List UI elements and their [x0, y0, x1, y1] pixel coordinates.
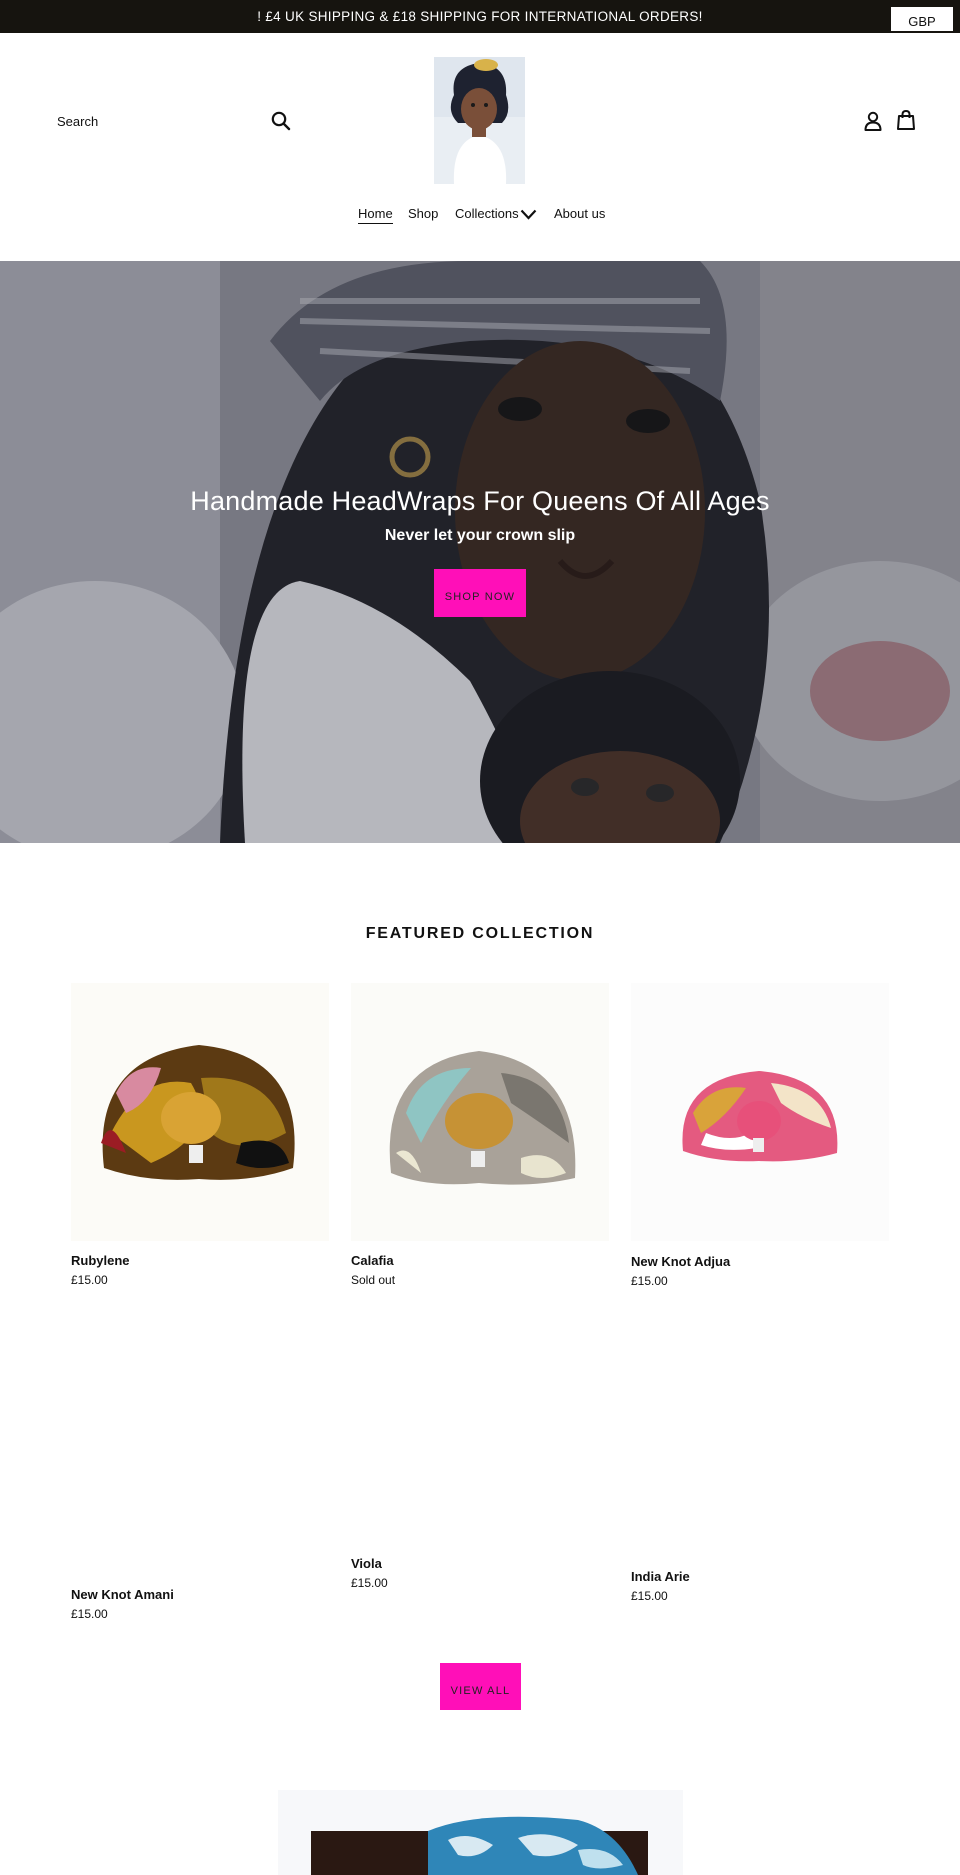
announcement-text: ! £4 UK SHIPPING & £18 SHIPPING FOR INTE… [257, 9, 703, 24]
nav-item-collections[interactable]: Collections [455, 206, 519, 221]
store-logo[interactable] [434, 57, 525, 184]
product-title[interactable]: Calafia [351, 1253, 394, 1268]
nav-item-about-us[interactable]: About us [554, 206, 605, 221]
logo-image [434, 57, 525, 184]
cart-icon [897, 109, 915, 130]
account-icon [864, 111, 882, 131]
hero-title: Handmade HeadWraps For Queens Of All Age… [190, 486, 770, 516]
search-icon [271, 111, 291, 131]
search-button[interactable] [270, 110, 292, 132]
featured-image [278, 1790, 683, 1875]
chevron-down-icon[interactable] [520, 206, 537, 223]
currency-selector[interactable]: GBP [891, 7, 953, 31]
announcement-bar: ! £4 UK SHIPPING & £18 SHIPPING FOR INTE… [0, 0, 960, 33]
product-price: Sold out [351, 1273, 396, 1287]
product-title[interactable]: Rubylene [71, 1253, 130, 1268]
hero-subtitle: Never let your crown slip [384, 527, 576, 544]
product-title[interactable]: Viola [351, 1556, 382, 1571]
account-link[interactable] [862, 110, 884, 132]
bottom-photo [278, 1790, 683, 1875]
product-image[interactable] [631, 1300, 889, 1570]
product-price: £15.00 [71, 1273, 108, 1287]
main-navigation: Home Shop Collections About us [0, 206, 960, 230]
turban-calafia-image [351, 983, 609, 1241]
product-image[interactable] [351, 1290, 609, 1550]
product-image[interactable] [71, 983, 329, 1241]
product-card[interactable]: Calafia Sold out [351, 983, 609, 1293]
product-image[interactable] [71, 1320, 329, 1578]
hero-image [0, 261, 960, 843]
product-card[interactable]: India Arie £15.00 [631, 1300, 889, 1603]
product-card[interactable]: Rubylene £15.00 [71, 983, 329, 1293]
search-input[interactable] [57, 108, 257, 134]
product-image[interactable] [351, 983, 609, 1241]
turban-adjua-image [631, 983, 889, 1241]
product-image[interactable] [631, 983, 889, 1241]
featured-collection-heading: FEATURED COLLECTION [365, 925, 595, 942]
turban-rubylene-image [71, 983, 329, 1241]
product-price: £15.00 [631, 1274, 668, 1288]
product-card[interactable]: New Knot Adjua £15.00 [631, 983, 889, 1293]
hero-banner: Handmade HeadWraps For Queens Of All Age… [0, 261, 960, 843]
product-price: £15.00 [631, 1589, 668, 1603]
view-all-button[interactable]: VIEW ALL [440, 1663, 521, 1710]
product-title[interactable]: New Knot Amani [71, 1587, 174, 1602]
search-form [57, 108, 292, 134]
product-title[interactable]: India Arie [631, 1569, 690, 1584]
product-card[interactable]: New Knot Amani £15.00 [71, 1320, 329, 1621]
product-price: £15.00 [351, 1576, 388, 1590]
nav-item-shop[interactable]: Shop [408, 206, 438, 221]
shop-now-button[interactable]: SHOP NOW [434, 569, 526, 617]
product-title[interactable]: New Knot Adjua [631, 1254, 730, 1269]
product-price: £15.00 [71, 1607, 108, 1621]
nav-item-home[interactable]: Home [358, 206, 393, 224]
product-card[interactable]: Viola £15.00 [351, 1290, 609, 1590]
cart-link[interactable] [895, 109, 917, 131]
